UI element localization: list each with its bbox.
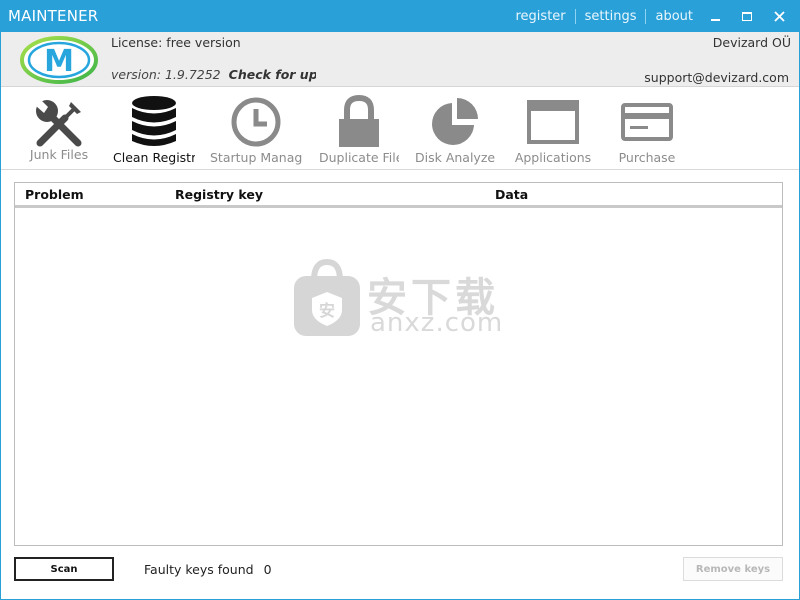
toolbar-label: Clean Registry — [113, 150, 195, 165]
title-links: register settings about — [507, 9, 703, 24]
settings-link[interactable]: settings — [576, 9, 646, 24]
logo-letter: M — [44, 44, 74, 79]
watermark-subtext: anxz.com — [370, 308, 504, 338]
toolbar-label: Junk Files — [29, 147, 89, 162]
app-title: MAINTENER — [8, 7, 99, 25]
tools-icon — [36, 99, 82, 147]
minimize-button[interactable] — [700, 0, 730, 32]
toolbar-label: Disk Analyzer — [415, 150, 495, 165]
app-logo: M — [20, 36, 98, 84]
check-updates-link[interactable]: Check for updates — [229, 67, 316, 82]
faulty-keys-count: 0 — [263, 562, 272, 577]
version-row: version: 1.9.7252 Check for updates — [111, 67, 316, 82]
about-link[interactable]: about — [646, 9, 702, 24]
title-bar: MAINTENER register settings about — [0, 0, 800, 32]
watermark-badge-char: 安 — [319, 301, 335, 320]
version-text: version: 1.9.7252 — [111, 67, 221, 82]
toolbar-item-junk-files[interactable]: Junk Files — [19, 88, 99, 170]
column-header-problem[interactable]: Problem — [25, 187, 84, 202]
column-header-registry-key[interactable]: Registry key — [175, 187, 263, 202]
toolbar-item-clean-registry[interactable]: Clean Registry — [113, 88, 195, 170]
lock-icon — [339, 94, 379, 147]
toolbar-item-purchase[interactable]: Purchase — [607, 88, 687, 170]
database-icon — [132, 96, 176, 146]
close-button[interactable] — [764, 0, 794, 32]
toolbar-label: Startup Manager — [210, 150, 302, 165]
toolbar-item-duplicate-files[interactable]: Duplicate Files — [319, 88, 399, 170]
credit-card-icon — [621, 103, 673, 141]
maximize-button[interactable] — [732, 0, 762, 32]
scan-button[interactable]: Scan — [14, 557, 114, 581]
grid-header: Problem Registry key Data — [15, 183, 782, 208]
remove-keys-button[interactable]: Remove keys — [683, 557, 783, 581]
toolbar-item-disk-analyzer[interactable]: Disk Analyzer — [415, 88, 495, 170]
faulty-keys-label: Faulty keys found — [144, 562, 254, 577]
watermark-bag-icon: 安 — [294, 258, 360, 336]
toolbar-label: Duplicate Files — [319, 150, 399, 165]
results-grid[interactable]: Problem Registry key Data — [14, 182, 783, 546]
window-icon — [527, 100, 579, 144]
toolbar-label: Applications — [514, 150, 592, 165]
info-strip: M License: free version version: 1.9.725… — [1, 32, 799, 87]
toolbar-label: Purchase — [618, 150, 676, 165]
pie-chart-icon — [432, 98, 478, 145]
license-text: License: free version — [111, 35, 241, 50]
maximize-icon — [742, 11, 752, 21]
toolbar: Junk Files Clean Registry Startup Manage… — [1, 88, 799, 170]
support-email-link[interactable]: support@devizard.com — [644, 70, 789, 85]
close-icon — [773, 10, 785, 22]
faulty-keys-status: Faulty keys found 0 — [144, 562, 272, 577]
register-link[interactable]: register — [507, 9, 575, 24]
company-name: Devizard OÜ — [712, 35, 791, 50]
clock-icon — [231, 97, 281, 147]
toolbar-item-startup-manager[interactable]: Startup Manager — [210, 88, 302, 170]
column-header-data[interactable]: Data — [495, 187, 528, 202]
toolbar-item-applications[interactable]: Applications — [513, 88, 593, 170]
minimize-icon — [710, 19, 720, 21]
